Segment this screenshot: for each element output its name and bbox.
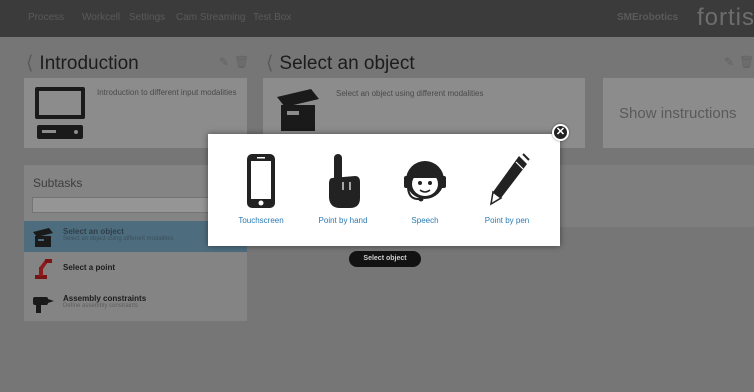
back-chevron-icon[interactable]: ⟨ bbox=[26, 53, 33, 74]
subtask-desc: Select an object using different modalit… bbox=[63, 236, 174, 242]
subtasks-title: Subtasks bbox=[33, 176, 83, 190]
nav-item-cam-streaming[interactable]: Cam Streaming bbox=[176, 12, 245, 23]
trash-icon[interactable]: 🗑 bbox=[739, 55, 754, 69]
left-panel-title: Introduction bbox=[39, 53, 139, 74]
subtask-select-point[interactable]: Select a point bbox=[24, 253, 247, 284]
option-label: Speech bbox=[411, 216, 439, 225]
middle-panel-title: Select an object bbox=[279, 53, 415, 74]
edit-icon[interactable]: ✎ bbox=[724, 55, 734, 69]
option-label: Point by hand bbox=[318, 216, 368, 225]
modality-dialog: Touchscreen Point by hand Speech Point b… bbox=[208, 134, 560, 246]
option-touchscreen[interactable]: Touchscreen bbox=[223, 152, 299, 232]
option-label: Touchscreen bbox=[238, 216, 284, 225]
robot-arm-icon bbox=[35, 259, 52, 279]
headset-person-icon bbox=[404, 161, 446, 202]
option-label: Point by pen bbox=[484, 216, 530, 225]
brand-smerobotics: SMErobotics bbox=[617, 12, 679, 23]
smartphone-icon bbox=[247, 154, 275, 208]
nav-item-test-box[interactable]: Test Box bbox=[253, 12, 291, 23]
pointing-hand-icon bbox=[329, 154, 360, 208]
brand-logo: fortiss bbox=[697, 4, 754, 31]
subtask-name: Assembly constraints bbox=[63, 294, 147, 303]
computer-icon bbox=[35, 87, 85, 139]
subtask-name: Select a point bbox=[63, 263, 116, 272]
subtask-desc: Define assembly constraints bbox=[63, 303, 139, 309]
subtask-name: Select an object bbox=[63, 227, 124, 236]
instructions-card[interactable]: Show instructions bbox=[603, 78, 754, 148]
nav-item-settings[interactable]: Settings bbox=[129, 12, 165, 23]
show-instructions-label: Show instructions bbox=[619, 105, 737, 122]
option-point-by-hand[interactable]: Point by hand bbox=[305, 152, 381, 232]
option-speech[interactable]: Speech bbox=[387, 152, 463, 232]
top-nav-bar: Process Workcell Settings Cam Streaming … bbox=[0, 0, 754, 37]
select-object-button[interactable]: Select object bbox=[349, 251, 421, 267]
pen-icon bbox=[489, 153, 530, 206]
box-icon bbox=[33, 228, 53, 247]
middle-panel-header: ⟨ Select an object bbox=[266, 52, 415, 75]
option-point-by-pen[interactable]: Point by pen bbox=[469, 152, 545, 232]
subtask-assembly-constraints[interactable]: Assembly constraints Define assembly con… bbox=[24, 288, 247, 319]
close-dialog-button[interactable]: ✕ bbox=[552, 124, 569, 141]
edit-icon[interactable]: ✎ bbox=[219, 55, 229, 69]
drill-icon bbox=[33, 297, 54, 313]
intro-card-text: Introduction to different input modaliti… bbox=[97, 88, 237, 97]
trash-icon[interactable]: 🗑 bbox=[234, 55, 249, 69]
back-chevron-icon[interactable]: ⟨ bbox=[266, 53, 273, 74]
object-card-text: Select an object using different modalit… bbox=[336, 89, 484, 98]
nav-item-process[interactable]: Process bbox=[28, 12, 64, 23]
close-icon: ✕ bbox=[555, 126, 566, 138]
left-panel-header: ⟨ Introduction bbox=[26, 52, 139, 75]
box-icon bbox=[277, 89, 319, 131]
nav-item-workcell[interactable]: Workcell bbox=[82, 12, 120, 23]
